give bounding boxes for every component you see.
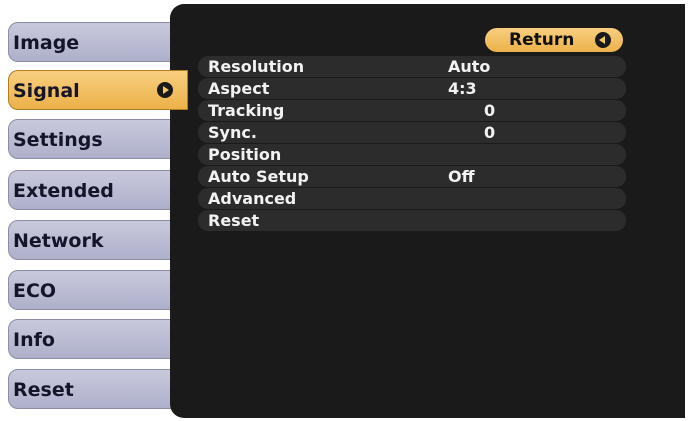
- arrow-right-icon: [157, 82, 173, 98]
- setting-value: 4:3: [448, 79, 477, 98]
- setting-label: Advanced: [208, 189, 297, 208]
- tab-reset[interactable]: Reset: [8, 369, 182, 409]
- setting-row-auto-setup[interactable]: Auto Setup Off: [198, 166, 626, 187]
- setting-row-sync[interactable]: Sync. 0: [198, 122, 626, 143]
- tab-signal[interactable]: Signal: [8, 70, 188, 110]
- setting-row-advanced[interactable]: Advanced: [198, 188, 626, 209]
- setting-label: Sync.: [208, 123, 257, 142]
- setting-row-resolution[interactable]: Resolution Auto: [198, 56, 626, 77]
- tab-info[interactable]: Info: [8, 319, 182, 359]
- setting-value: 0: [484, 101, 496, 120]
- setting-label: Reset: [208, 211, 260, 230]
- setting-label: Tracking: [208, 101, 285, 120]
- setting-row-position[interactable]: Position: [198, 144, 626, 165]
- tab-extended-label: Extended: [13, 180, 114, 202]
- projector-menu-screen: Image Signal Settings Extended Network E…: [0, 0, 691, 421]
- arrow-left-icon: [595, 32, 611, 48]
- setting-value: Auto: [448, 57, 491, 76]
- setting-label: Resolution: [208, 57, 305, 76]
- setting-label: Position: [208, 145, 282, 164]
- setting-row-tracking[interactable]: Tracking 0: [198, 100, 626, 121]
- tab-network-label: Network: [13, 230, 104, 252]
- tab-settings-label: Settings: [13, 129, 103, 151]
- tab-info-label: Info: [13, 329, 55, 351]
- tab-network[interactable]: Network: [8, 220, 182, 260]
- tab-eco-label: ECO: [13, 280, 57, 302]
- setting-value: Off: [448, 167, 475, 186]
- tab-extended[interactable]: Extended: [8, 170, 182, 210]
- tab-reset-label: Reset: [13, 379, 74, 401]
- tab-signal-label: Signal: [13, 80, 80, 102]
- tab-eco[interactable]: ECO: [8, 270, 182, 310]
- tab-settings[interactable]: Settings: [8, 119, 182, 159]
- tab-image[interactable]: Image: [8, 22, 182, 62]
- tab-image-label: Image: [13, 32, 80, 54]
- setting-value: 0: [484, 123, 496, 142]
- setting-row-aspect[interactable]: Aspect 4:3: [198, 78, 626, 99]
- setting-label: Auto Setup: [208, 167, 309, 186]
- setting-row-reset[interactable]: Reset: [198, 210, 626, 231]
- setting-label: Aspect: [208, 79, 270, 98]
- return-button-label: Return: [509, 30, 575, 50]
- return-button[interactable]: Return: [485, 28, 623, 52]
